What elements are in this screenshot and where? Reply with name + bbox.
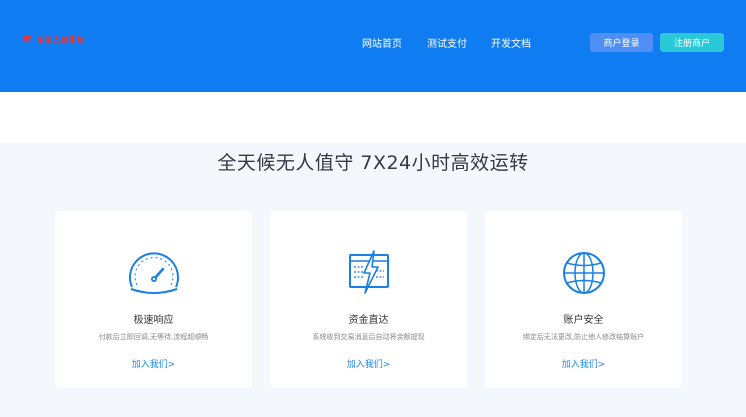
logo-text: 某某支付系统 bbox=[37, 35, 85, 44]
card-desc: 系统收到交易消息后自动将余额提现 bbox=[312, 333, 425, 341]
card-title: 极速响应 bbox=[133, 315, 174, 326]
register-merchant-button[interactable]: 注册商户 bbox=[660, 33, 724, 52]
speedometer-icon bbox=[129, 252, 179, 294]
card-desc: 付款后立即回调,无等待,流程超顺畅 bbox=[98, 333, 209, 341]
card-desc: 绑定后无法更改,防止他人修改结算账户 bbox=[522, 333, 645, 341]
card-title: 账户安全 bbox=[563, 315, 604, 326]
card-title: 资金直达 bbox=[348, 315, 389, 326]
nav-item-home[interactable]: 网站首页 bbox=[362, 35, 422, 50]
join-us-link[interactable]: 加入我们> bbox=[55, 357, 252, 370]
feature-card-account-security: 账户安全 绑定后无法更改,防止他人修改结算账户 加入我们> bbox=[485, 211, 682, 388]
feature-card-direct-funds: 资金直达 系统收到交易消息后自动将余额提现 加入我们> bbox=[270, 211, 467, 388]
globe-icon bbox=[563, 252, 605, 294]
merchant-login-button[interactable]: 商户登录 bbox=[590, 33, 653, 52]
join-us-link[interactable]: 加入我们> bbox=[270, 357, 467, 370]
lightning-screen-icon bbox=[349, 250, 389, 294]
section-headline: 全天候无人值守 7X24小时高效运转 bbox=[217, 152, 529, 174]
logo[interactable]: 某某支付系统 bbox=[22, 34, 85, 45]
nav-item-docs[interactable]: 开发文档 bbox=[491, 35, 551, 50]
logo-mark-icon bbox=[22, 35, 33, 45]
feature-card-fast-response: 极速响应 付款后立即回调,无等待,流程超顺畅 加入我们> bbox=[55, 211, 252, 388]
join-us-link[interactable]: 加入我们> bbox=[485, 357, 682, 370]
top-header: 某某支付系统 网站首页 测试支付 开发文档 商户登录 注册商户 bbox=[0, 0, 746, 92]
white-band bbox=[0, 92, 746, 143]
nav-item-test-payment[interactable]: 测试支付 bbox=[427, 35, 487, 50]
